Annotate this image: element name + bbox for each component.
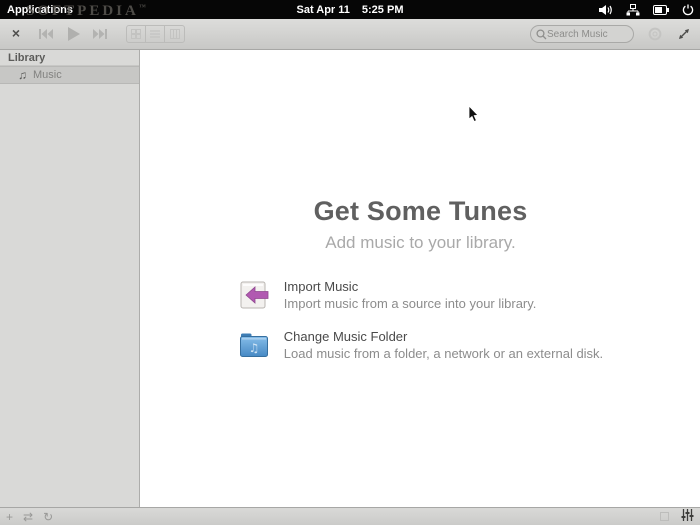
settings-gear-icon[interactable]	[646, 25, 664, 43]
grid-view-button[interactable]	[127, 26, 146, 42]
import-music-description: Import music from a source into your lib…	[284, 296, 537, 311]
date-label: Sat Apr 11	[297, 4, 350, 16]
bottom-bar: + ⇄ ↻	[0, 507, 700, 525]
network-icon[interactable]	[626, 4, 640, 16]
app-toolbar: ×	[0, 19, 700, 50]
change-music-folder-title: Change Music Folder	[284, 329, 603, 344]
time-label: 5:25 PM	[362, 4, 404, 16]
previous-track-button[interactable]	[34, 23, 58, 45]
change-music-folder-description: Load music from a folder, a network or a…	[284, 346, 603, 361]
window-close-button[interactable]: ×	[8, 26, 24, 42]
equalizer-button[interactable]	[681, 509, 694, 524]
view-switcher	[126, 25, 185, 43]
softpedia-watermark: SOFTPEDIA™	[26, 3, 146, 20]
list-view-button[interactable]	[146, 26, 165, 42]
battery-icon[interactable]	[653, 5, 669, 15]
import-music-icon	[238, 279, 270, 316]
next-track-button[interactable]	[88, 23, 112, 45]
sidebar: Library ♫ Music	[0, 50, 140, 507]
music-note-icon: ♫	[18, 69, 27, 81]
fullscreen-icon[interactable]	[676, 26, 692, 42]
music-app-window: Applications Sat Apr 11 5:25 PM	[0, 0, 700, 525]
play-button[interactable]	[58, 23, 88, 45]
sidebar-item-music[interactable]: ♫ Music	[0, 66, 139, 84]
sidebar-library-header: Library	[0, 50, 139, 66]
import-music-option[interactable]: Import Music Import music from a source …	[238, 279, 603, 316]
search-icon	[536, 29, 547, 40]
change-music-folder-option[interactable]: ♫ Change Music Folder Load music from a …	[238, 329, 603, 366]
welcome-title: Get Some Tunes	[141, 196, 700, 227]
welcome-options: Import Music Import music from a source …	[238, 279, 603, 366]
music-folder-icon: ♫	[238, 329, 270, 366]
add-playlist-button[interactable]: +	[6, 511, 13, 523]
mini-mode-icon[interactable]	[660, 512, 669, 521]
search-input[interactable]	[547, 27, 625, 41]
sidebar-item-label: Music	[33, 69, 62, 81]
search-box	[530, 25, 634, 43]
repeat-button[interactable]: ↻	[43, 511, 53, 523]
welcome-subtitle: Add music to your library.	[141, 233, 700, 253]
mouse-cursor	[468, 106, 480, 129]
main-content: Get Some Tunes Add music to your library…	[141, 50, 700, 507]
shuffle-button[interactable]: ⇄	[23, 511, 33, 523]
volume-icon[interactable]	[599, 4, 613, 16]
svg-text:♫: ♫	[248, 341, 259, 355]
import-music-title: Import Music	[284, 279, 537, 294]
column-view-button[interactable]	[165, 26, 184, 42]
power-icon[interactable]	[682, 4, 694, 16]
